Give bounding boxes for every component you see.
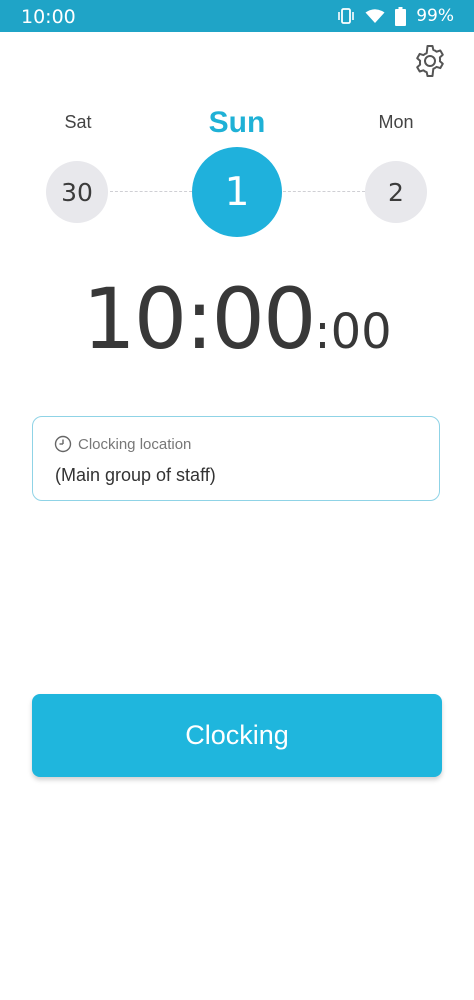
status-bar: 10:00 99%	[0, 0, 474, 32]
clocking-location-box[interactable]: Clocking location (Main group of staff)	[32, 416, 440, 501]
day-circle-sun[interactable]: 1	[192, 147, 282, 237]
day-circle-sat[interactable]: 30	[46, 161, 108, 223]
day-connector-right	[283, 191, 365, 192]
day-connector-left	[110, 191, 192, 192]
wifi-icon	[365, 8, 385, 24]
settings-button[interactable]	[412, 43, 448, 79]
day-label-sat: Sat	[64, 112, 92, 132]
clock-icon	[54, 435, 72, 453]
status-time: 10:00	[21, 6, 76, 28]
day-circle-mon[interactable]: 2	[365, 161, 427, 223]
status-icons: 99%	[337, 5, 454, 27]
clocking-button[interactable]: Clocking	[32, 694, 442, 777]
battery-percent: 99%	[416, 6, 454, 26]
location-value: (Main group of staff)	[55, 465, 216, 485]
time-hours-minutes: 10:00	[82, 270, 316, 368]
current-time: 10:00:00	[0, 270, 474, 368]
day-label-sun: Sun	[208, 106, 266, 139]
battery-icon	[395, 6, 407, 26]
day-label-mon: Mon	[378, 112, 414, 132]
gear-icon	[416, 45, 444, 77]
location-title: Clocking location	[78, 436, 192, 453]
vibrate-icon	[337, 8, 355, 24]
time-seconds: :00	[314, 304, 392, 360]
